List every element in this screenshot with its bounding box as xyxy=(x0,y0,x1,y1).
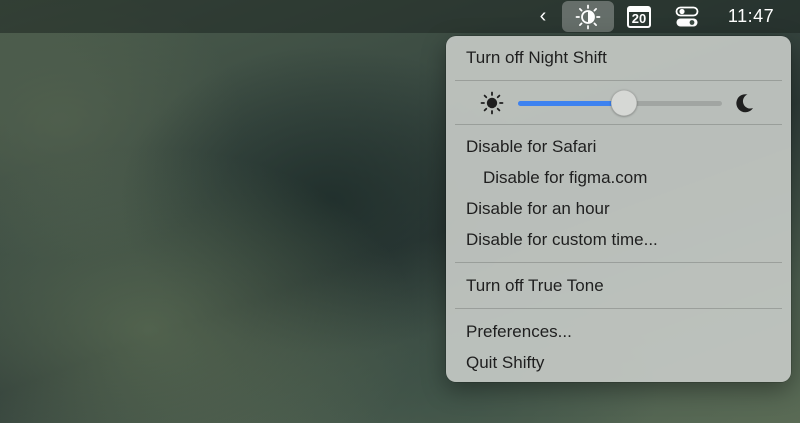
shifty-sun-icon xyxy=(575,4,601,29)
moon-icon xyxy=(736,94,753,113)
menu-separator xyxy=(455,124,782,125)
control-center-icon xyxy=(675,6,699,26)
color-temperature-slider-row xyxy=(446,88,791,118)
menu-item-quit[interactable]: Quit Shifty xyxy=(446,350,791,376)
menu-item-disable-for-domain[interactable]: Disable for figma.com xyxy=(446,165,791,191)
color-temperature-slider[interactable] xyxy=(518,90,722,116)
menu-bar: ‹ 20 11:47 xyxy=(0,0,800,33)
menu-item-disable-for-hour[interactable]: Disable for an hour xyxy=(446,196,791,222)
menu-item-disable-custom-time[interactable]: Disable for custom time... xyxy=(446,227,791,253)
shifty-menu-extra[interactable] xyxy=(562,1,614,32)
menu-item-toggle-night-shift[interactable]: Turn off Night Shift xyxy=(446,45,791,71)
sun-icon xyxy=(480,91,504,115)
control-center-button[interactable] xyxy=(672,0,702,33)
menu-bar-chevron-icon[interactable]: ‹ xyxy=(530,0,556,33)
menu-item-toggle-true-tone[interactable]: Turn off True Tone xyxy=(446,273,791,299)
shifty-dropdown-menu: Turn off Night Shift Disable for Safari … xyxy=(446,36,791,382)
calendar-day: 20 xyxy=(631,10,647,26)
menu-item-preferences[interactable]: Preferences... xyxy=(446,319,791,345)
menu-separator xyxy=(455,262,782,263)
menu-item-disable-for-app[interactable]: Disable for Safari xyxy=(446,134,791,160)
calendar-menu-extra[interactable]: 20 xyxy=(624,0,654,33)
menu-separator xyxy=(455,80,782,81)
menu-separator xyxy=(455,308,782,309)
desktop-background: ‹ 20 11:47 Turn off Night Shift Disable … xyxy=(0,0,800,423)
calendar-icon: 20 xyxy=(627,5,651,28)
slider-fill xyxy=(518,101,625,106)
slider-knob[interactable] xyxy=(611,90,638,116)
menu-bar-clock[interactable]: 11:47 xyxy=(716,0,786,33)
